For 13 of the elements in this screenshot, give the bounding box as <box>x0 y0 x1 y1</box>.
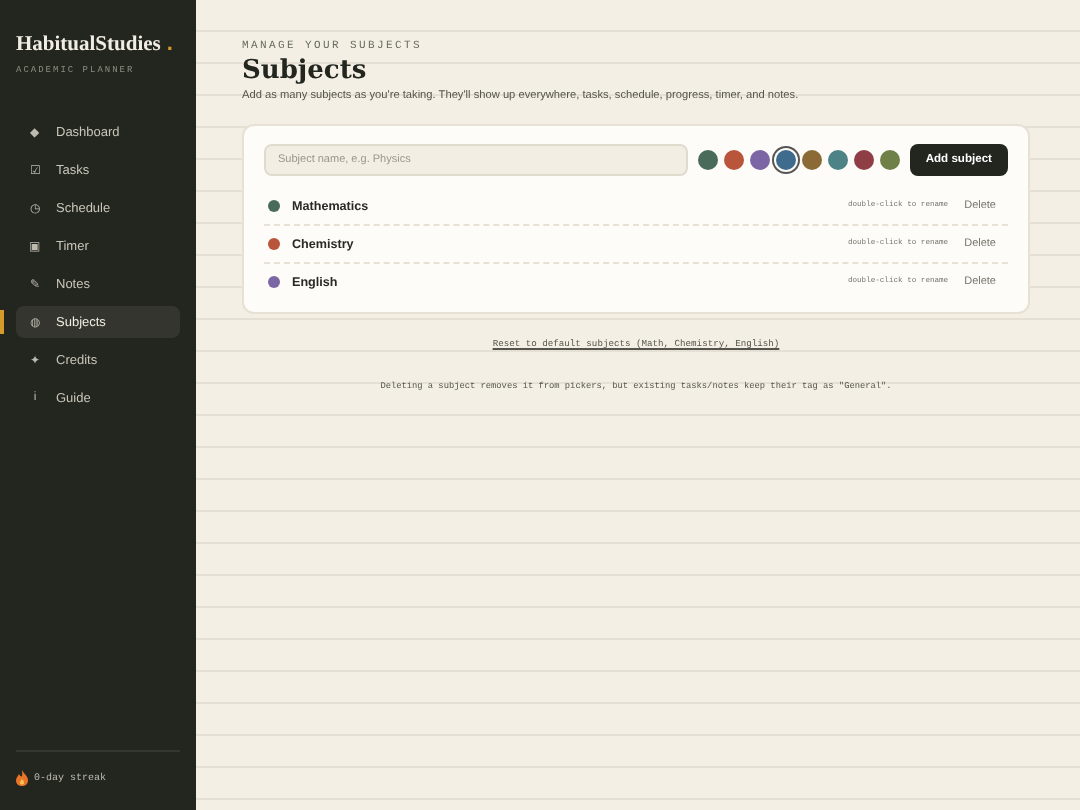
color-swatch[interactable] <box>879 150 900 170</box>
flame-icon <box>16 770 28 786</box>
color-swatch[interactable] <box>827 150 848 170</box>
color-swatch[interactable] <box>775 150 796 170</box>
color-swatch[interactable] <box>853 150 874 170</box>
brand-dot: . <box>166 32 173 56</box>
page-title: Subjects <box>242 56 369 86</box>
color-swatch[interactable] <box>697 150 718 170</box>
brand-name: HabitualStudies <box>16 34 161 56</box>
color-swatch[interactable] <box>749 150 770 170</box>
color-swatch[interactable] <box>723 150 744 170</box>
color-swatch[interactable] <box>801 150 822 170</box>
active-indicator <box>0 310 4 334</box>
